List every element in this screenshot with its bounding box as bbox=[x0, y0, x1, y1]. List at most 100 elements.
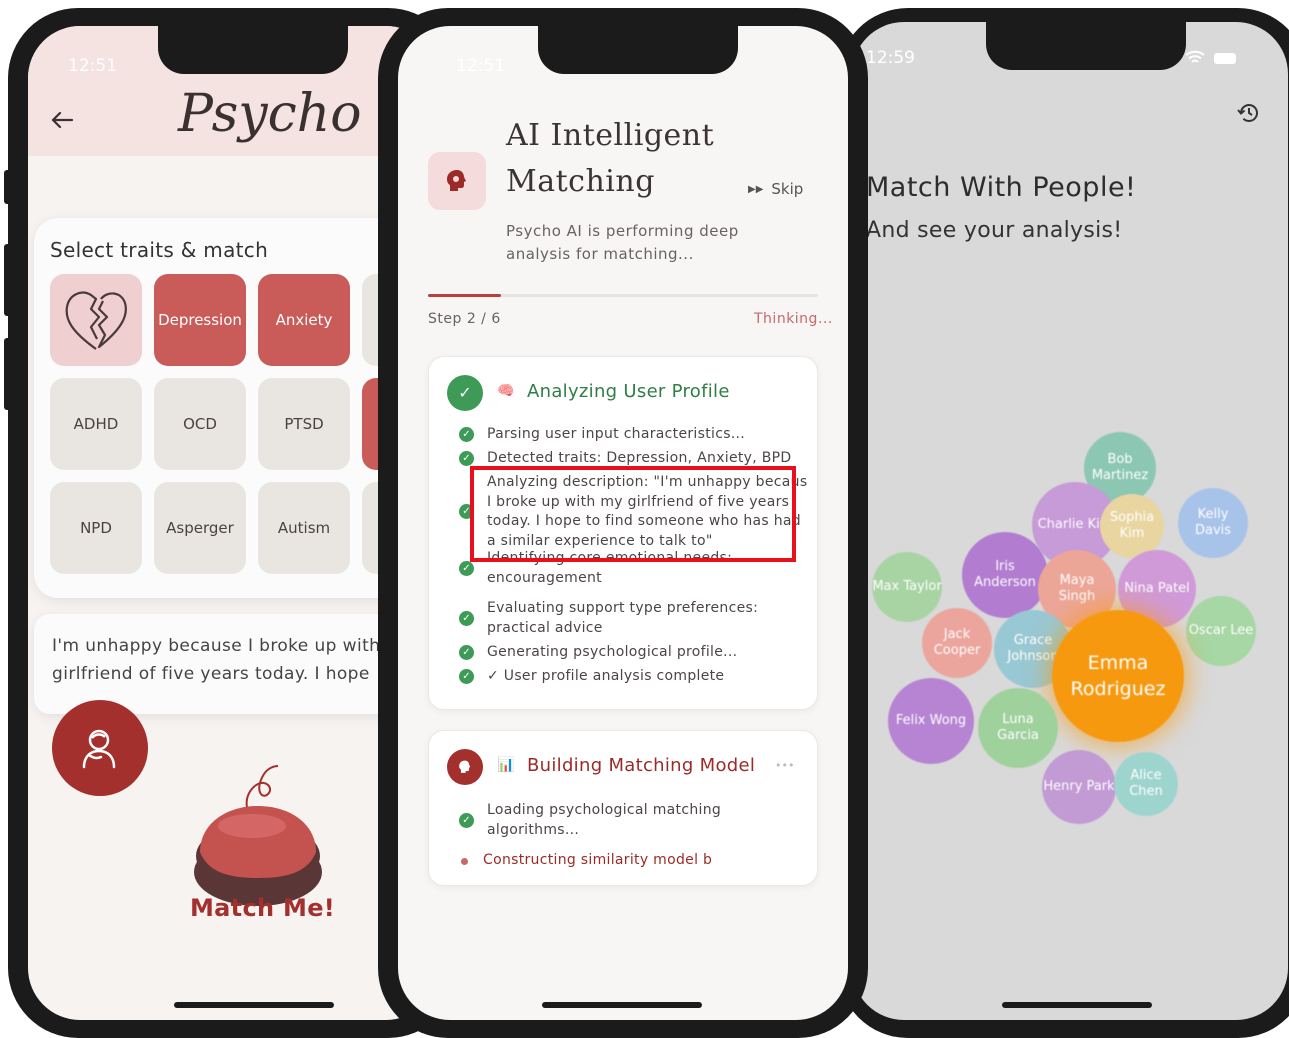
status-time: 12:51 bbox=[68, 56, 117, 76]
trait-label: NPD bbox=[80, 519, 112, 537]
history-icon[interactable] bbox=[1236, 100, 1262, 130]
subtitle-line-2: analysis for matching... bbox=[506, 245, 694, 263]
check-icon: ✓ bbox=[459, 645, 474, 660]
person-name: Sophia Kim bbox=[1109, 510, 1155, 541]
trait-depression[interactable]: Depression bbox=[154, 274, 246, 366]
progress-fill bbox=[428, 294, 502, 297]
subtitle-line-1: Psycho AI is performing deep bbox=[506, 222, 739, 240]
person-name: Bob bbox=[1107, 452, 1133, 467]
person-name: Rodriguez bbox=[1070, 678, 1166, 700]
person-bubble[interactable]: Henry Park bbox=[1042, 750, 1116, 824]
traits-card: Select traits & match Depression Anxiety A… bbox=[34, 218, 438, 598]
person-bubble[interactable]: Alice Chen bbox=[1114, 752, 1178, 816]
match-label[interactable]: Match Me! bbox=[190, 894, 335, 922]
more-icon[interactable]: ••• bbox=[775, 759, 794, 772]
person-name: Anderson bbox=[974, 575, 1036, 590]
person-bubble[interactable]: Max Taylor bbox=[872, 552, 942, 622]
status-time: 12:51 bbox=[456, 56, 505, 76]
match-button[interactable] bbox=[178, 744, 338, 913]
traits-title: Select traits & match bbox=[50, 238, 269, 262]
person-name: Jack bbox=[943, 627, 971, 642]
person-bubble[interactable]: Sophia Kim bbox=[1100, 494, 1164, 558]
person-bubble[interactable]: Iris Anderson bbox=[962, 532, 1048, 618]
person-bubble[interactable]: Oscar Lee bbox=[1186, 596, 1256, 666]
back-arrow-icon[interactable] bbox=[50, 110, 74, 134]
pending-dot-icon bbox=[461, 858, 468, 865]
person-name: Grace bbox=[1013, 633, 1053, 648]
trait-label: Depression bbox=[158, 311, 242, 329]
headline: Match With People! bbox=[866, 172, 1137, 203]
status-text: Thinking... bbox=[754, 311, 833, 327]
card-title: Analyzing User Profile bbox=[527, 381, 730, 402]
check-icon: ✓ bbox=[459, 427, 474, 442]
description-line-1: I'm unhappy because I broke up with bbox=[52, 636, 381, 656]
fast-forward-icon: ▶▶ bbox=[748, 183, 764, 195]
brain-emoji-icon: 🧠 bbox=[497, 383, 515, 399]
trait-label: Anxiety bbox=[275, 311, 333, 329]
page-title-line-2: Matching bbox=[506, 164, 655, 199]
page-title-line-1: AI Intelligent bbox=[506, 118, 715, 153]
log-line: encouragement bbox=[487, 569, 602, 586]
brain-gear-icon bbox=[428, 152, 486, 210]
highlight-box bbox=[470, 466, 796, 562]
person-bubble[interactable]: Felix Wong bbox=[888, 678, 974, 764]
check-icon: ✓ bbox=[459, 669, 474, 684]
person-name: Martinez bbox=[1091, 468, 1149, 483]
check-circle-icon: ✓ bbox=[447, 375, 483, 411]
wifi-battery-icon bbox=[1184, 50, 1244, 70]
app-logo: Psycho bbox=[178, 84, 362, 144]
subline: And see your analysis! bbox=[866, 218, 1123, 243]
person-name: Nina Patel bbox=[1124, 581, 1190, 596]
log-line: Loading psychological matching bbox=[487, 802, 722, 818]
person-name: Kelly Davis bbox=[1194, 507, 1232, 538]
person-name: Emma bbox=[1087, 652, 1149, 674]
log-line: Parsing user input characteristics... bbox=[487, 426, 746, 442]
person-name: Cooper bbox=[933, 643, 981, 658]
check-icon: ✓ bbox=[459, 451, 474, 466]
phone-match-people-screen: 12:59 Match With People! And see your an… bbox=[838, 8, 1289, 1038]
check-icon: ✓ bbox=[459, 812, 474, 828]
person-bubble[interactable]: Jack Cooper bbox=[922, 608, 992, 678]
person-hug-icon[interactable] bbox=[52, 700, 148, 796]
log-line: practical advice bbox=[487, 619, 603, 636]
person-name: Singh bbox=[1058, 589, 1096, 604]
person-name: Oscar Lee bbox=[1188, 623, 1254, 638]
brain-gear-icon bbox=[447, 749, 483, 785]
log-line: Generating psychological profile... bbox=[487, 644, 738, 660]
trait-label: OCD bbox=[183, 415, 217, 433]
description-line-2: girlfriend of five years today. I hope bbox=[52, 664, 370, 684]
person-bubble[interactable]: Emma Rodriguez bbox=[1052, 610, 1184, 742]
person-name: Max Taylor bbox=[872, 579, 942, 594]
log-line: Constructing similarity model b bbox=[483, 852, 713, 868]
trait-label: Autism bbox=[277, 519, 331, 537]
check-icon: ✓ bbox=[459, 560, 474, 576]
person-name: Henry Park bbox=[1043, 779, 1115, 794]
trait-npd[interactable]: NPD bbox=[50, 482, 142, 574]
trait-adhd[interactable]: ADHD bbox=[50, 378, 142, 470]
progress-track bbox=[428, 294, 818, 297]
person-bubble[interactable]: Kelly Davis bbox=[1178, 488, 1248, 558]
trait-label: ADHD bbox=[73, 415, 119, 433]
person-bubble[interactable]: Luna Garcia bbox=[978, 688, 1058, 768]
log-line: algorithms... bbox=[487, 821, 580, 838]
person-name: Luna bbox=[1002, 712, 1034, 727]
trait-ocd[interactable]: OCD bbox=[154, 378, 246, 470]
phone-ai-matching-screen: 12:51 AI Intelligent Matching ▶▶ Skip Ps… bbox=[378, 8, 868, 1038]
person-name: Johnson bbox=[1007, 649, 1059, 664]
log-line: ✓ User profile analysis complete bbox=[487, 668, 725, 684]
trait-label: Asperger bbox=[166, 519, 234, 537]
step-counter: Step 2 / 6 bbox=[428, 311, 501, 327]
person-name: Garcia bbox=[997, 728, 1039, 743]
person-name: Iris bbox=[995, 559, 1015, 574]
building-model-card: 📊 Building Matching Model ••• ✓ Loading p… bbox=[428, 730, 818, 886]
trait-label: PTSD bbox=[284, 415, 324, 433]
trait-anxiety[interactable]: Anxiety bbox=[258, 274, 350, 366]
status-time: 12:59 bbox=[866, 48, 915, 68]
broken-heart-icon[interactable] bbox=[50, 274, 142, 366]
skip-button[interactable]: ▶▶ Skip bbox=[748, 180, 803, 198]
trait-ptsd[interactable]: PTSD bbox=[258, 378, 350, 470]
trait-autism[interactable]: Autism bbox=[258, 482, 350, 574]
log-line: Evaluating support type preferences: bbox=[487, 600, 759, 616]
trait-asperger[interactable]: Asperger bbox=[154, 482, 246, 574]
chart-emoji-icon: 📊 bbox=[497, 757, 515, 773]
